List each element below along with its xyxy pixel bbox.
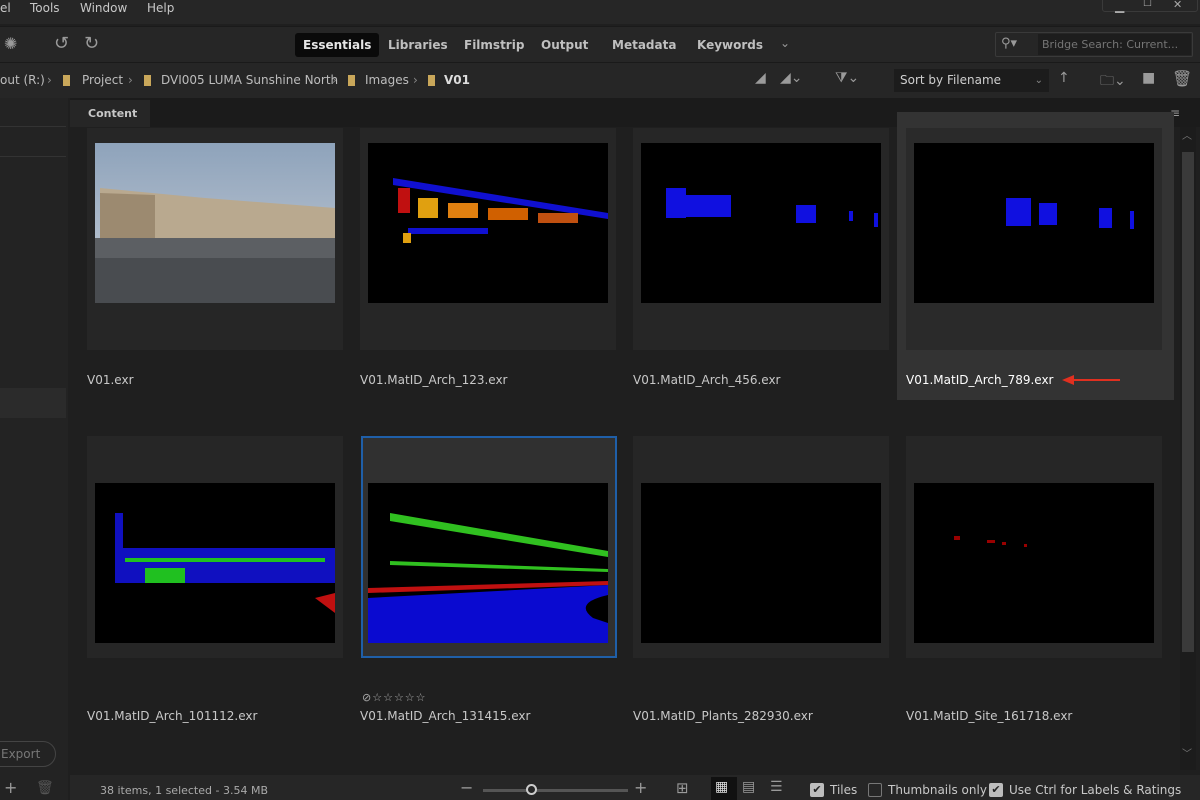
thumbnail-image[interactable] xyxy=(641,483,881,643)
search-input[interactable] xyxy=(1038,34,1191,55)
thumbnail-image[interactable] xyxy=(95,483,335,643)
breadcrumb-separator: › xyxy=(128,73,133,87)
folder-icon xyxy=(348,75,355,86)
file-name[interactable]: V01.MatID_Arch_123.exr xyxy=(360,373,508,387)
file-name[interactable]: V01.MatID_Arch_456.exr xyxy=(633,373,781,387)
chevron-down-icon: ⌄ xyxy=(1034,75,1043,86)
zoom-in-icon[interactable]: + xyxy=(634,778,647,797)
close-icon[interactable]: ✕ xyxy=(1173,0,1182,11)
thumbnail-image[interactable] xyxy=(95,143,335,303)
grid-lock-icon[interactable]: ⊞ xyxy=(676,779,689,797)
quality-options-icon[interactable]: ◢⌄ xyxy=(780,70,803,86)
window-controls: ▁ ☐ ✕ xyxy=(1102,0,1198,13)
maximize-icon[interactable]: ☐ xyxy=(1143,0,1152,9)
menu-tools[interactable]: Tools xyxy=(30,1,60,15)
option-checkbox[interactable]: ✔ xyxy=(810,783,824,797)
recent-folder-icon[interactable]: 🗀⌄ xyxy=(1100,70,1126,94)
export-button[interactable]: Export xyxy=(0,741,56,767)
add-icon[interactable]: + xyxy=(4,778,17,797)
file-name[interactable]: V01.MatID_Arch_131415.exr xyxy=(360,709,530,723)
search-box: ⚲▾ xyxy=(995,32,1193,57)
trash-icon[interactable]: 🗑 xyxy=(36,780,54,796)
thumbnail-image[interactable] xyxy=(914,483,1154,643)
trash-icon[interactable]: 🗑 xyxy=(1172,69,1192,88)
tab-libraries[interactable]: Libraries xyxy=(380,33,456,57)
scrollbar-thumb[interactable] xyxy=(1182,152,1194,652)
filter-icon[interactable]: ⧩⌄ xyxy=(835,70,859,86)
breadcrumb-project[interactable]: Project xyxy=(82,73,123,87)
sort-ascending-icon[interactable]: ↑ xyxy=(1058,70,1070,86)
search-icon[interactable]: ⚲▾ xyxy=(1001,36,1017,51)
breadcrumb-dvi005[interactable]: DVI005 LUMA Sunshine North xyxy=(161,73,338,87)
zoom-out-icon[interactable]: − xyxy=(460,778,473,797)
view-thumbnails-icon[interactable]: ▦ xyxy=(715,779,728,795)
camera-raw-icon[interactable]: ✺ xyxy=(4,34,17,53)
menu-window[interactable]: Window xyxy=(80,1,127,15)
rotate-right-icon[interactable]: ↻ xyxy=(84,33,99,54)
tab-content[interactable]: Content xyxy=(70,100,150,127)
slider-handle[interactable] xyxy=(525,784,537,795)
file-name[interactable]: V01.MatID_Site_161718.exr xyxy=(906,709,1072,723)
file-name[interactable]: V01.exr xyxy=(87,373,134,387)
tab-essentials[interactable]: Essentials xyxy=(295,33,380,57)
left-panel: Export + 🗑 xyxy=(0,98,68,800)
option-label: Thumbnails only xyxy=(888,783,987,797)
sort-value: Sort by Filename xyxy=(900,73,1002,87)
option-label: Tiles xyxy=(830,783,858,797)
breadcrumb-v01[interactable]: V01 xyxy=(444,73,470,87)
scroll-down-icon[interactable]: ﹀ xyxy=(1182,745,1192,760)
menu-help[interactable]: Help xyxy=(147,1,174,15)
folder-icon xyxy=(63,75,70,86)
minimize-icon[interactable]: ▁ xyxy=(1115,0,1124,13)
thumbnail-image[interactable] xyxy=(368,143,608,303)
thumbnail-image[interactable] xyxy=(368,483,608,643)
file-name[interactable]: V01.MatID_Plants_282930.exr xyxy=(633,709,813,723)
scroll-up-icon[interactable]: ︿ xyxy=(1182,127,1192,142)
rotate-left-icon[interactable]: ↺ xyxy=(54,33,69,54)
breadcrumb-separator: › xyxy=(47,73,52,87)
menu-bar xyxy=(0,0,1200,24)
view-details-icon[interactable]: ▤ xyxy=(742,779,755,795)
arrow-head xyxy=(1062,375,1074,385)
thumbnail-image[interactable] xyxy=(641,143,881,303)
thumbnail-size-slider[interactable] xyxy=(483,789,628,792)
folder-icon xyxy=(428,75,435,86)
option-label: Use Ctrl for Labels & Ratings xyxy=(1009,783,1182,797)
quality-icon[interactable]: ◢ xyxy=(755,70,766,86)
breadcrumb-drive[interactable]: out (R:) xyxy=(0,73,45,87)
file-name[interactable]: V01.MatID_Arch_789.exr xyxy=(906,373,1054,387)
file-name[interactable]: V01.MatID_Arch_101112.exr xyxy=(87,709,257,723)
thumbnail-image[interactable] xyxy=(914,143,1154,303)
breadcrumb-separator: › xyxy=(332,73,337,87)
option-checkbox[interactable]: ✔ xyxy=(989,783,1003,797)
folder-icon xyxy=(144,75,151,86)
red-arrow-annotation xyxy=(1072,379,1120,381)
status-text: 38 items, 1 selected - 3.54 MB xyxy=(100,784,268,797)
option-checkbox[interactable] xyxy=(868,783,882,797)
breadcrumb-images[interactable]: Images xyxy=(365,73,409,87)
view-list-icon[interactable]: ☰ xyxy=(770,779,783,795)
tab-output[interactable]: Output xyxy=(533,33,596,57)
tab-keywords[interactable]: Keywords xyxy=(689,33,771,57)
tab-metadata[interactable]: Metadata xyxy=(604,33,684,57)
tab-filmstrip[interactable]: Filmstrip xyxy=(456,33,532,57)
menu-label[interactable]: el xyxy=(0,1,11,15)
new-folder-icon[interactable]: ■ xyxy=(1142,70,1155,86)
breadcrumb-separator: › xyxy=(413,73,418,87)
workspace-more-chevron-icon[interactable]: ⌄ xyxy=(780,36,790,50)
rating-stars[interactable]: ⊘☆☆☆☆☆ xyxy=(362,691,427,704)
sort-dropdown[interactable]: Sort by Filename ⌄ xyxy=(894,69,1049,92)
